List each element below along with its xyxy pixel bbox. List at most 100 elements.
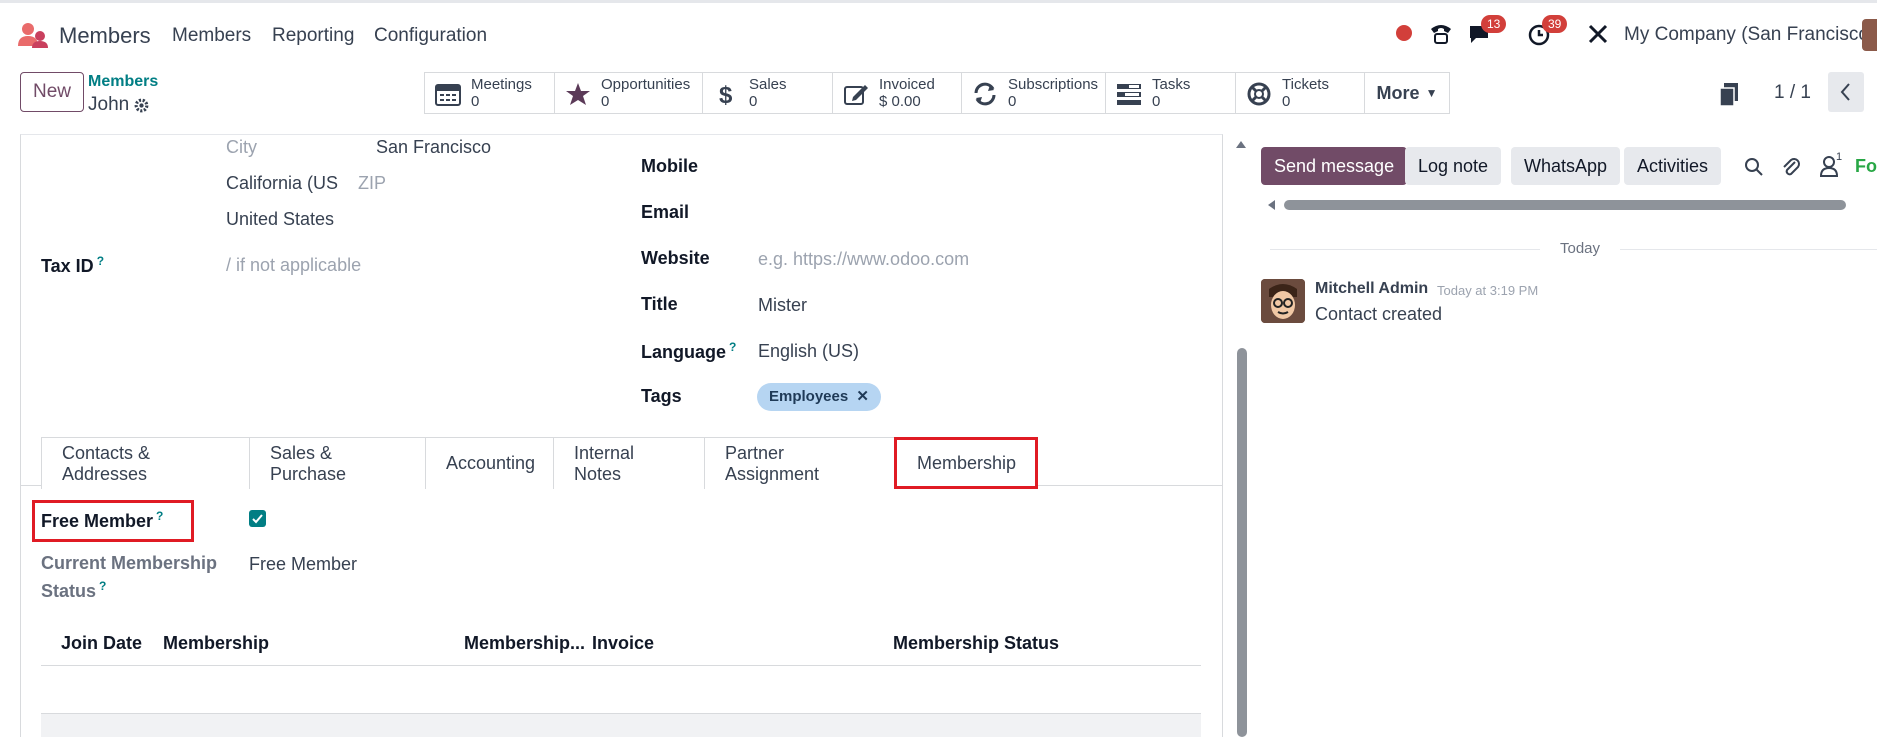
zip-field[interactable]: ZIP (358, 173, 386, 194)
chatter-horizontal-scrollbar[interactable] (1284, 200, 1846, 210)
city-value[interactable]: San Francisco (376, 137, 491, 158)
help-tooltip-icon[interactable]: ? (729, 340, 736, 354)
tab-highlight-placeholder (896, 437, 1039, 489)
author-avatar[interactable] (1261, 279, 1305, 323)
messages-button[interactable]: 13 (1467, 15, 1507, 50)
tax-id-label-text: Tax ID (41, 256, 94, 276)
tab-sales-purchase[interactable]: Sales & Purchase (249, 437, 426, 489)
tab-partner-assignment[interactable]: Partner Assignment (704, 437, 895, 489)
free-member-checkbox[interactable] (249, 510, 266, 527)
tax-id-label: Tax ID? (41, 254, 104, 277)
website-label: Website (641, 248, 710, 268)
smart-button-invoiced[interactable]: Invoiced $ 0.00 (832, 72, 962, 114)
date-separator: Today (1560, 240, 1601, 257)
paperclip-icon[interactable] (1781, 156, 1801, 178)
copy-records-icon[interactable] (1718, 82, 1740, 108)
whatsapp-button[interactable]: WhatsApp (1511, 147, 1621, 185)
recording-indicator-icon[interactable] (1396, 25, 1412, 41)
company-switcher[interactable]: My Company (San Francisco) (1624, 24, 1875, 46)
tax-id-field[interactable]: / if not applicable (226, 255, 361, 276)
scroll-left-arrow-icon[interactable] (1265, 199, 1277, 211)
country-field[interactable]: United States (226, 209, 334, 230)
scroll-up-arrow-icon[interactable] (1234, 138, 1248, 150)
membership-status-label-text: Status (41, 581, 97, 601)
user-avatar[interactable] (1862, 19, 1877, 51)
column-membership-status[interactable]: Membership Status (893, 633, 1059, 654)
smart-label: Sales (749, 76, 787, 93)
smart-button-opportunities[interactable]: Opportunities 0 (554, 72, 703, 114)
menu-configuration[interactable]: Configuration (374, 25, 487, 47)
app-name[interactable]: Members (59, 23, 151, 49)
activities-badge: 39 (1542, 15, 1568, 33)
membership-status-label-1: Current Membership (41, 553, 218, 573)
activities-button[interactable]: 39 (1528, 15, 1568, 52)
smart-button-subscriptions[interactable]: Subscriptions 0 (961, 72, 1106, 114)
smart-label: Invoiced (879, 76, 935, 93)
pager-value[interactable]: 1 / 1 (1774, 82, 1811, 104)
help-tooltip-icon[interactable]: ? (156, 509, 163, 523)
more-button[interactable]: More ▼ (1364, 72, 1450, 114)
dollar-icon: $ (719, 82, 733, 106)
tag-text: Employees (769, 388, 849, 405)
column-membership-fee[interactable]: Membership... (464, 633, 585, 654)
column-join-date[interactable]: Join Date (61, 633, 142, 654)
website-field[interactable]: e.g. https://www.odoo.com (758, 249, 969, 270)
state-field[interactable]: California (US (226, 173, 338, 194)
table-footer (41, 713, 1201, 737)
email-label: Email (641, 202, 690, 222)
smart-button-tasks[interactable]: Tasks 0 (1105, 72, 1236, 114)
language-label-text: Language (641, 342, 727, 362)
caret-down-icon: ▼ (1425, 86, 1438, 100)
follow-button[interactable]: Fol (1855, 156, 1877, 177)
form-scrollbar-thumb[interactable] (1237, 348, 1247, 737)
language-field[interactable]: English (US) (758, 341, 859, 362)
mobile-label: Mobile (641, 156, 698, 176)
free-member-label-text: Free Member (41, 511, 154, 531)
smart-button-meetings[interactable]: Meetings 0 (424, 72, 555, 114)
chevron-left-icon (1840, 83, 1850, 101)
svg-text:$: $ (719, 82, 733, 106)
smart-button-tickets[interactable]: Tickets 0 (1235, 72, 1365, 114)
date-divider (1620, 249, 1877, 250)
activities-button[interactable]: Activities (1624, 147, 1722, 185)
chatter-panel: Send message Log note WhatsApp Activitie… (1250, 134, 1877, 737)
gear-icon[interactable] (133, 97, 150, 114)
table-header-divider (41, 665, 1201, 666)
new-button[interactable]: New (20, 72, 84, 112)
followers-count: 1 (1836, 151, 1843, 163)
members-app-icon[interactable] (18, 22, 48, 48)
tab-contacts-addresses[interactable]: Contacts & Addresses (41, 437, 250, 489)
help-tooltip-icon[interactable]: ? (97, 254, 104, 268)
log-note-button[interactable]: Log note (1405, 147, 1502, 185)
phone-icon[interactable] (1429, 23, 1453, 45)
refresh-icon (974, 82, 996, 106)
star-icon (566, 83, 590, 105)
breadcrumb-current: John (88, 94, 130, 115)
breadcrumb-parent[interactable]: Members (88, 73, 158, 91)
smart-label: Opportunities (601, 76, 691, 93)
tag-remove-icon[interactable]: ✕ (856, 388, 869, 405)
tab-accounting[interactable]: Accounting (425, 437, 554, 489)
menu-reporting[interactable]: Reporting (272, 25, 354, 47)
tasks-icon (1117, 84, 1141, 105)
message-author[interactable]: Mitchell Admin (1315, 280, 1428, 298)
tools-icon[interactable] (1587, 23, 1609, 45)
send-message-button[interactable]: Send message (1261, 147, 1408, 185)
title-field[interactable]: Mister (758, 295, 807, 316)
smart-label: Subscriptions (1008, 76, 1099, 93)
language-label: Language? (641, 340, 736, 363)
help-tooltip-icon[interactable]: ? (99, 579, 106, 593)
menu-members[interactable]: Members (172, 25, 251, 47)
search-icon[interactable] (1744, 157, 1764, 177)
tag-employees: Employees ✕ (757, 383, 881, 411)
column-invoice[interactable]: Invoice (592, 633, 654, 654)
tab-internal-notes[interactable]: Internal Notes (553, 437, 705, 489)
smart-value: 0 (1282, 93, 1291, 110)
smart-button-sales[interactable]: $ Sales 0 (702, 72, 833, 114)
column-membership[interactable]: Membership (163, 633, 269, 654)
checkmark-icon (252, 514, 263, 524)
city-field[interactable]: City (226, 137, 257, 158)
avatar-face-icon (1261, 279, 1305, 323)
pager-previous-button[interactable] (1828, 72, 1864, 112)
life-ring-icon (1247, 82, 1271, 106)
